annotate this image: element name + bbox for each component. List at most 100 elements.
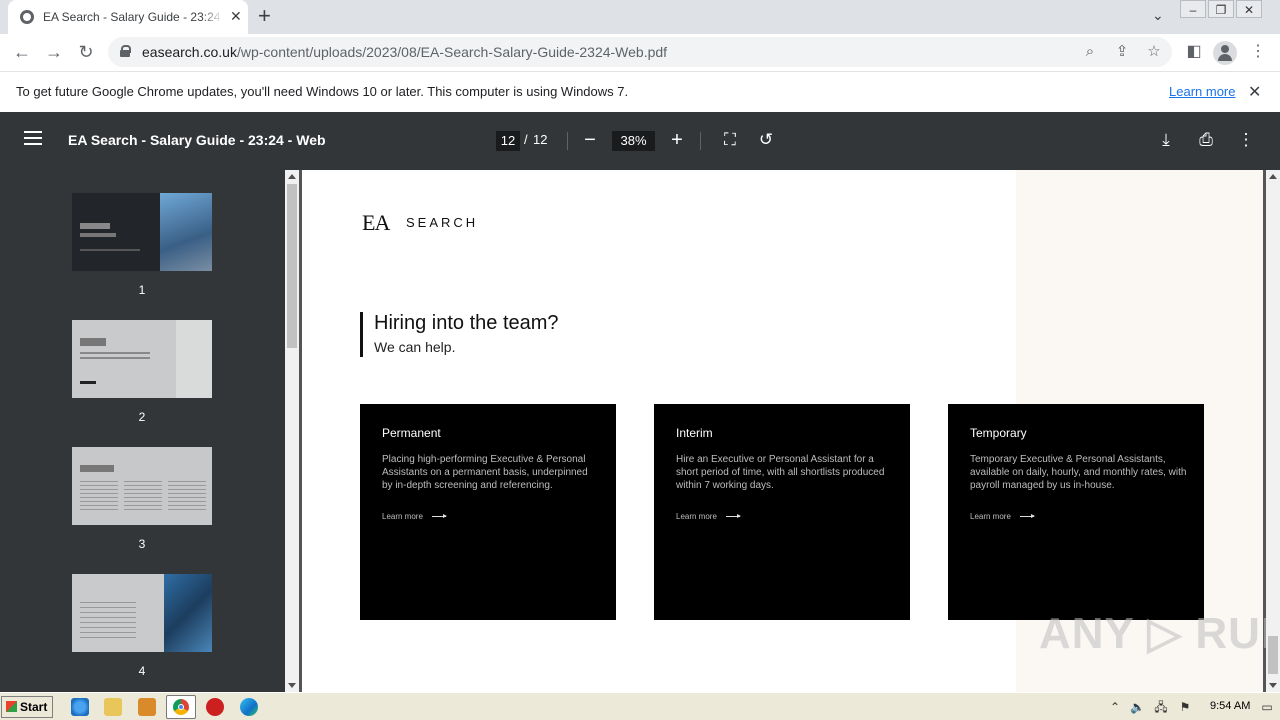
zoom-in-icon[interactable]: + [665,127,689,153]
hamburger-menu-icon[interactable] [24,131,42,145]
thumbnail-text-line [80,357,150,359]
service-card-permanent: Permanent Placing high-performing Execut… [360,404,616,620]
thumbnail-photo [160,193,212,271]
opera-icon[interactable] [206,698,224,716]
pdf-toolbar: EA Search - Salary Guide - 23:24 - Web 1… [0,112,1280,170]
card-title: Temporary [970,426,1027,440]
thumbnail-page-4[interactable] [72,574,212,652]
side-panel-icon[interactable]: ◧ [1182,40,1206,64]
scroll-down-arrow-icon[interactable] [288,683,296,688]
file-explorer-icon[interactable] [104,698,122,716]
url-host: easearch.co.uk [142,44,237,60]
kebab-menu-icon[interactable]: ⋮ [1246,40,1270,64]
windows-taskbar: Start ⌃ 🔈 🖧 ⚑ 9:54 AM ▭ [0,692,1280,720]
chrome-icon-center [178,704,184,710]
zoom-out-icon[interactable]: − [578,127,602,153]
hiring-block: Hiring into the team? We can help. [360,312,559,357]
url-path: /wp-content/uploads/2023/08/EA-Search-Sa… [236,44,668,60]
media-player-icon[interactable] [138,698,156,716]
reload-icon[interactable]: ↻ [74,40,98,64]
thumbnail-text-line [80,465,114,472]
sidebar-scrollbar[interactable] [285,170,299,692]
address-bar[interactable]: easearch.co.uk/wp-content/uploads/2023/0… [108,37,1172,67]
thumbnail-page-2[interactable] [72,320,212,398]
forward-arrow-icon[interactable]: → [42,40,66,64]
globe-icon [20,10,34,24]
thumbnail-panel [176,320,212,398]
page-separator: / [524,132,528,147]
infobar-message: To get future Google Chrome updates, you… [16,84,629,99]
start-button[interactable]: Start [1,696,53,718]
scrollbar-thumb[interactable] [1268,636,1278,674]
share-icon[interactable]: ⇪ [1112,42,1132,62]
thumbnail-number: 1 [138,283,146,297]
thumbnail-button [80,381,96,384]
back-arrow-icon[interactable]: ← [10,40,34,64]
document-title: EA Search - Salary Guide - 23:24 - Web [68,132,326,148]
thumbnail-page-3[interactable] [72,447,212,525]
thumbnail-number: 3 [138,537,146,551]
more-options-icon[interactable]: ⋮ [1234,128,1258,152]
close-tab-icon[interactable]: ✕ [230,8,242,24]
edge-icon[interactable] [240,698,258,716]
browser-tab[interactable]: EA Search - Salary Guide - 23:24 - Web ✕ [8,0,248,34]
toolbar-divider [700,132,701,150]
anyrun-watermark: ANY ▷ RUN [1039,609,1266,658]
taskbar-clock: 9:54 AM [1210,700,1251,712]
thumbnail-text-block [124,481,162,511]
pdf-page: EA SEARCH Hiring into the team? We can h… [302,170,1266,692]
thumbnail-text-line [80,233,116,237]
bookmark-star-icon[interactable]: ☆ [1144,42,1164,62]
tab-strip: EA Search - Salary Guide - 23:24 - Web ✕… [0,0,1280,34]
thumbnail-page-1[interactable] [72,193,212,271]
tray-expand-icon[interactable]: ⌃ [1108,700,1122,714]
window-close-icon[interactable]: ✕ [1236,0,1262,18]
service-card-temporary: Temporary Temporary Executive & Personal… [948,404,1204,620]
card-title: Permanent [382,426,441,440]
thumbnail-number: 4 [138,664,146,678]
arrow-right-icon [1020,514,1035,518]
restore-icon[interactable]: ❐ [1208,0,1234,18]
card-learn-more-link[interactable]: Learn more [382,512,423,521]
logo-ea: EA [362,210,390,235]
page-number-input[interactable]: 12 [496,131,520,151]
scroll-up-arrow-icon[interactable] [1269,174,1277,179]
scrollbar-thumb[interactable] [287,184,297,348]
window-controls: – ❐ ✕ [1180,0,1264,18]
rotate-icon[interactable]: ↺ [754,128,778,152]
document-scrollbar[interactable] [1266,170,1280,692]
service-card-interim: Interim Hire an Executive or Personal As… [654,404,910,620]
chrome-taskbar-button[interactable] [166,695,196,719]
volume-icon[interactable]: 🔈 [1130,700,1145,714]
zoom-level-input[interactable]: 38% [612,131,655,151]
scroll-up-arrow-icon[interactable] [288,174,296,179]
minimize-icon[interactable]: – [1180,0,1206,18]
page-heading: Hiring into the team? [374,312,559,334]
document-viewport: EA SEARCH Hiring into the team? We can h… [299,170,1266,692]
url-text: easearch.co.uk/wp-content/uploads/2023/0… [142,44,667,60]
card-learn-more-link[interactable]: Learn more [970,512,1011,521]
thumbnail-text-block [80,481,118,511]
internet-explorer-icon[interactable] [71,698,89,716]
flag-icon[interactable]: ⚑ [1178,700,1192,714]
profile-avatar-icon[interactable] [1213,41,1237,65]
show-desktop-icon[interactable]: ▭ [1260,700,1274,714]
system-tray: ⌃ 🔈 🖧 ⚑ 9:54 AM ▭ [1102,697,1278,717]
chevron-down-icon[interactable]: ⌄ [1152,7,1164,24]
zoom-icon[interactable]: ⌕ [1080,42,1100,62]
fit-to-page-icon[interactable]: ⛶ [718,128,742,152]
card-learn-more-link[interactable]: Learn more [676,512,717,521]
update-infobar: To get future Google Chrome updates, you… [0,71,1280,112]
thumbnail-number: 2 [138,410,146,424]
learn-more-link[interactable]: Learn more [1169,84,1235,99]
print-icon[interactable]: ⎙ [1194,128,1218,152]
close-infobar-icon[interactable]: ✕ [1248,82,1261,102]
total-pages: 12 [533,132,548,147]
lock-icon[interactable] [120,45,131,57]
card-title: Interim [676,426,713,440]
arrow-right-icon [726,514,741,518]
scroll-down-arrow-icon[interactable] [1269,683,1277,688]
network-icon[interactable]: 🖧 [1154,700,1168,714]
new-tab-button[interactable]: + [258,4,271,28]
download-icon[interactable]: ⤓ [1154,128,1178,152]
